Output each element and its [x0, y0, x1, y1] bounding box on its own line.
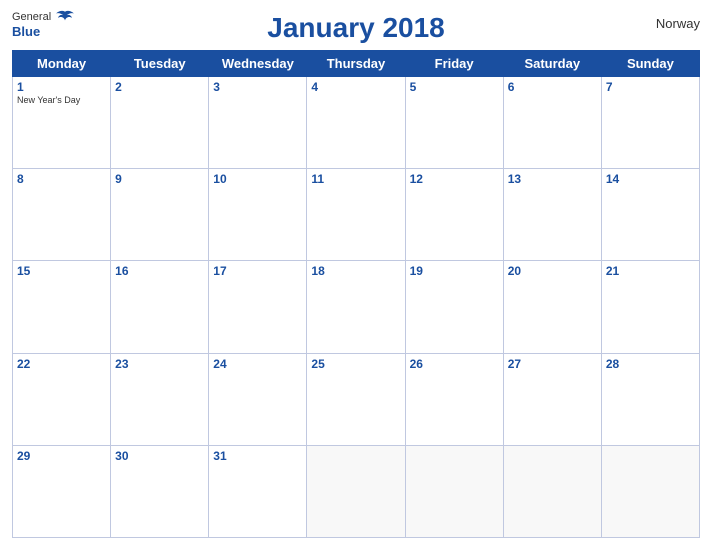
day-number: 25 [311, 357, 400, 371]
calendar-cell: 2 [111, 77, 209, 169]
calendar-cell: 10 [209, 169, 307, 261]
day-number: 4 [311, 80, 400, 94]
day-number: 23 [115, 357, 204, 371]
day-number: 16 [115, 264, 204, 278]
calendar-cell: 6 [503, 77, 601, 169]
day-number: 10 [213, 172, 302, 186]
week-row-5: 29 30 31 [13, 445, 700, 537]
day-number: 9 [115, 172, 204, 186]
calendar-cell: 16 [111, 261, 209, 353]
day-number: 27 [508, 357, 597, 371]
day-number: 19 [410, 264, 499, 278]
calendar-cell: 11 [307, 169, 405, 261]
calendar-cell: 22 [13, 353, 111, 445]
holiday-label: New Year's Day [17, 95, 106, 106]
calendar-cell: 3 [209, 77, 307, 169]
day-number: 30 [115, 449, 204, 463]
day-number: 31 [213, 449, 302, 463]
week-row-2: 89 10 11 12 13 14 [13, 169, 700, 261]
calendar-cell: 14 [601, 169, 699, 261]
week-row-1: 1New Year's Day 234567 [13, 77, 700, 169]
day-number: 18 [311, 264, 400, 278]
calendar-wrapper: General Blue January 2018 Norway Monday … [0, 0, 712, 550]
calendar-header: General Blue January 2018 Norway [12, 8, 700, 44]
col-sunday: Sunday [601, 51, 699, 77]
col-thursday: Thursday [307, 51, 405, 77]
calendar-cell: 9 [111, 169, 209, 261]
day-number: 21 [606, 264, 695, 278]
col-friday: Friday [405, 51, 503, 77]
calendar-cell: 13 [503, 169, 601, 261]
day-number: 22 [17, 357, 106, 371]
week-row-3: 15 16 17 18 19 20 21 [13, 261, 700, 353]
day-number: 20 [508, 264, 597, 278]
calendar-cell: 19 [405, 261, 503, 353]
logo-general-text: General [12, 10, 74, 24]
col-tuesday: Tuesday [111, 51, 209, 77]
day-number: 5 [410, 80, 499, 94]
day-number: 6 [508, 80, 597, 94]
calendar-cell [405, 445, 503, 537]
calendar-cell: 29 [13, 445, 111, 537]
calendar-country: Norway [656, 16, 700, 31]
calendar-cell: 20 [503, 261, 601, 353]
day-number: 15 [17, 264, 106, 278]
day-number: 2 [115, 80, 204, 94]
calendar-cell: 18 [307, 261, 405, 353]
day-number: 12 [410, 172, 499, 186]
day-number: 14 [606, 172, 695, 186]
calendar-cell: 26 [405, 353, 503, 445]
day-number: 26 [410, 357, 499, 371]
calendar-title: January 2018 [267, 12, 444, 44]
day-number: 24 [213, 357, 302, 371]
calendar-cell [601, 445, 699, 537]
day-number: 13 [508, 172, 597, 186]
day-number: 8 [17, 172, 106, 186]
calendar-cell: 21 [601, 261, 699, 353]
col-saturday: Saturday [503, 51, 601, 77]
col-monday: Monday [13, 51, 111, 77]
day-number: 11 [311, 172, 400, 186]
day-number: 7 [606, 80, 695, 94]
day-number: 17 [213, 264, 302, 278]
calendar-cell: 8 [13, 169, 111, 261]
calendar-cell: 31 [209, 445, 307, 537]
calendar-cell: 28 [601, 353, 699, 445]
calendar-cell: 27 [503, 353, 601, 445]
calendar-cell: 15 [13, 261, 111, 353]
calendar-cell: 12 [405, 169, 503, 261]
logo: General Blue [12, 10, 74, 40]
day-number: 29 [17, 449, 106, 463]
calendar-cell: 7 [601, 77, 699, 169]
calendar-cell: 17 [209, 261, 307, 353]
day-number: 28 [606, 357, 695, 371]
calendar-cell: 4 [307, 77, 405, 169]
calendar-table: Monday Tuesday Wednesday Thursday Friday… [12, 50, 700, 538]
col-wednesday: Wednesday [209, 51, 307, 77]
calendar-body: 1New Year's Day2345678910111213141516171… [13, 77, 700, 538]
calendar-cell: 25 [307, 353, 405, 445]
week-row-4: 22 23 24 25 26 27 28 [13, 353, 700, 445]
day-number: 3 [213, 80, 302, 94]
calendar-cell [307, 445, 405, 537]
days-of-week-row: Monday Tuesday Wednesday Thursday Friday… [13, 51, 700, 77]
logo-bird-icon [56, 10, 74, 24]
calendar-cell: 30 [111, 445, 209, 537]
calendar-cell: 24 [209, 353, 307, 445]
calendar-cell: 23 [111, 353, 209, 445]
calendar-cell [503, 445, 601, 537]
calendar-cell: 1New Year's Day [13, 77, 111, 169]
logo-blue-text: Blue [12, 24, 40, 40]
day-number: 1 [17, 80, 106, 94]
calendar-cell: 5 [405, 77, 503, 169]
